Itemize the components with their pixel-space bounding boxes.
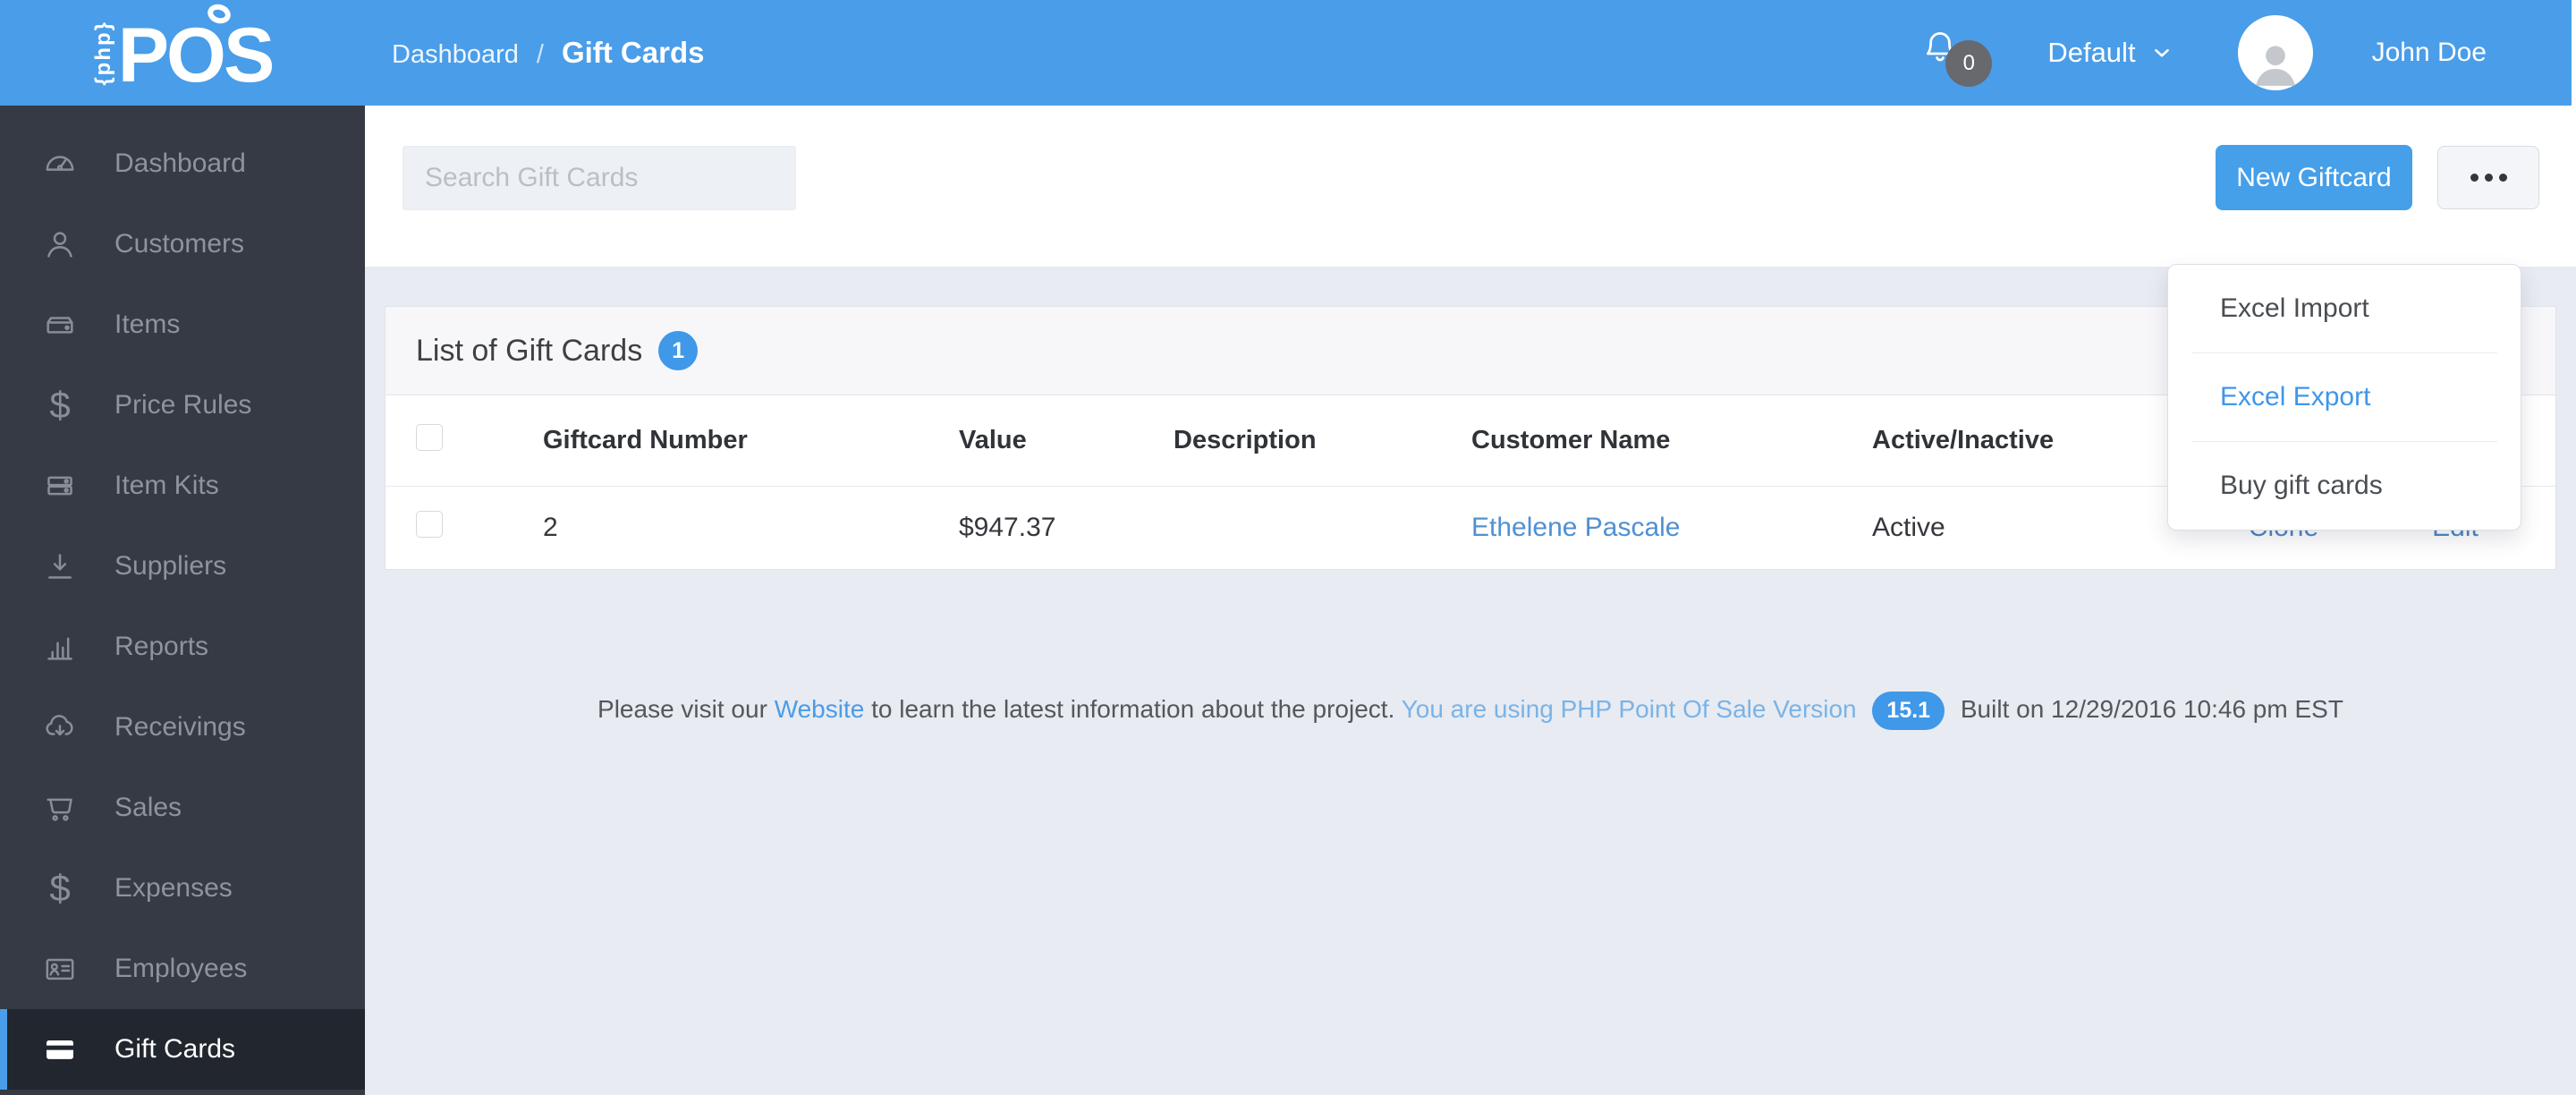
more-options-button[interactable] bbox=[2437, 146, 2539, 209]
sidebar-item-label: Items bbox=[114, 310, 181, 339]
sidebar-item-label: Gift Cards bbox=[114, 1034, 236, 1064]
footer-text: Please visit our bbox=[597, 695, 767, 723]
cell-value: $947.37 bbox=[959, 513, 1056, 542]
cart-icon bbox=[39, 790, 80, 826]
new-giftcard-button[interactable]: New Giftcard bbox=[2216, 145, 2412, 210]
sidebar-item-price-rules[interactable]: $ Price Rules bbox=[0, 365, 365, 446]
sidebar-item-dashboard[interactable]: Dashboard bbox=[0, 123, 365, 204]
menu-item-excel-import[interactable]: Excel Import bbox=[2168, 265, 2521, 352]
row-checkbox-cell bbox=[386, 511, 543, 545]
download-icon bbox=[39, 548, 80, 584]
cell-giftcard-number: 2 bbox=[543, 513, 558, 542]
column-header-customer-name[interactable]: Customer Name bbox=[1471, 426, 1872, 455]
sidebar-item-receivings[interactable]: Receivings bbox=[0, 687, 365, 768]
sidebar-item-sales[interactable]: Sales bbox=[0, 768, 365, 848]
search-input[interactable] bbox=[402, 146, 796, 210]
sidebar-item-customers[interactable]: Customers bbox=[0, 204, 365, 284]
cell-status: Active bbox=[1872, 513, 1945, 542]
customer-name-link[interactable]: Ethelene Pascale bbox=[1471, 513, 1872, 543]
version-badge: 15.1 bbox=[1872, 692, 1945, 730]
register-selector[interactable]: Default bbox=[2047, 37, 2173, 69]
main-content: New Giftcard List of Gift Cards 1 Giftca… bbox=[365, 106, 2576, 1095]
sidebar-item-expenses[interactable]: $ Expenses bbox=[0, 848, 365, 929]
sidebar-item-employees[interactable]: Employees bbox=[0, 929, 365, 1009]
credit-card-icon bbox=[39, 1031, 80, 1067]
column-header-value[interactable]: Value bbox=[959, 426, 1174, 455]
bar-chart-icon bbox=[39, 629, 80, 665]
footer-text: to learn the latest information about th… bbox=[871, 695, 1395, 723]
select-all-checkbox[interactable] bbox=[416, 423, 443, 451]
notifications-button[interactable]: 0 bbox=[1919, 17, 1993, 89]
sidebar-item-label: Suppliers bbox=[114, 551, 227, 581]
count-badge: 1 bbox=[658, 331, 699, 370]
footer-note: Please visit our Website to learn the la… bbox=[365, 692, 2576, 730]
website-link[interactable]: Website bbox=[775, 695, 865, 723]
sidebar-item-label: Item Kits bbox=[114, 471, 219, 500]
column-header-description[interactable]: Description bbox=[1174, 426, 1471, 455]
more-options-menu: Excel Import Excel Export Buy gift cards bbox=[2167, 264, 2521, 531]
person-silhouette-icon bbox=[2255, 46, 2295, 86]
gauge-icon bbox=[39, 146, 80, 182]
select-all-checkbox-cell bbox=[386, 423, 543, 458]
sidebar-item-label: Price Rules bbox=[114, 390, 252, 420]
box-icon bbox=[39, 307, 80, 343]
build-info: Built on 12/29/2016 10:46 pm EST bbox=[1960, 695, 2343, 723]
sidebar-item-label: Expenses bbox=[114, 873, 233, 903]
avatar[interactable] bbox=[2237, 15, 2313, 90]
sidebar-item-gift-cards[interactable]: Gift Cards bbox=[0, 1009, 365, 1090]
cloud-download-icon bbox=[39, 709, 80, 745]
top-header: {php} POS Dashboard / Gift Cards 0 Defau… bbox=[0, 0, 2576, 106]
sidebar-item-label: Sales bbox=[114, 793, 182, 822]
menu-item-buy-gift-cards[interactable]: Buy gift cards bbox=[2168, 442, 2521, 530]
sidebar-item-label: Receivings bbox=[114, 712, 246, 742]
breadcrumb-dashboard-link[interactable]: Dashboard bbox=[392, 40, 519, 70]
breadcrumb: Dashboard / Gift Cards bbox=[392, 36, 704, 70]
scrollbar-track[interactable] bbox=[2572, 0, 2576, 106]
sidebar-item-item-kits[interactable]: Item Kits bbox=[0, 446, 365, 526]
page-title: Gift Cards bbox=[561, 36, 705, 69]
stacked-boxes-icon bbox=[39, 468, 80, 504]
sidebar-item-label: Reports bbox=[114, 632, 209, 661]
menu-item-excel-export[interactable]: Excel Export bbox=[2168, 353, 2521, 441]
register-selector-label: Default bbox=[2047, 37, 2136, 68]
sidebar-item-suppliers[interactable]: Suppliers bbox=[0, 526, 365, 607]
version-link[interactable]: You are using PHP Point Of Sale Version bbox=[1402, 695, 1857, 723]
user-name[interactable]: John Doe bbox=[2372, 38, 2487, 68]
column-header-giftcard-number[interactable]: Giftcard Number bbox=[543, 426, 959, 455]
sidebar-item-label: Dashboard bbox=[114, 149, 246, 178]
breadcrumb-separator: / bbox=[536, 40, 544, 69]
phppos-logo: {php} POS bbox=[90, 1, 275, 94]
panel-title: List of Gift Cards bbox=[416, 333, 643, 368]
person-icon bbox=[39, 226, 80, 262]
sidebar-item-label: Employees bbox=[114, 954, 248, 983]
logo-zone[interactable]: {php} POS bbox=[0, 0, 365, 106]
sidebar: Dashboard Customers Items $ Price Rules … bbox=[0, 106, 365, 1095]
header-right: 0 Default John Doe bbox=[1919, 15, 2576, 90]
dollar-icon: $ bbox=[49, 867, 71, 909]
id-card-icon bbox=[39, 951, 80, 987]
notification-count-badge: 0 bbox=[1945, 40, 1993, 87]
chevron-down-icon bbox=[2154, 48, 2169, 57]
sidebar-item-label: Customers bbox=[114, 229, 245, 259]
row-checkbox[interactable] bbox=[416, 511, 443, 538]
column-header-active-inactive[interactable]: Active/Inactive bbox=[1872, 426, 2212, 455]
logo-php-text: {php} bbox=[90, 20, 115, 86]
logo-pos-text: POS bbox=[118, 1, 275, 94]
toolbar: New Giftcard bbox=[365, 106, 2576, 267]
sidebar-item-reports[interactable]: Reports bbox=[0, 607, 365, 687]
sidebar-item-items[interactable]: Items bbox=[0, 284, 365, 365]
dollar-icon: $ bbox=[49, 384, 71, 426]
ellipsis-icon bbox=[2470, 174, 2507, 182]
